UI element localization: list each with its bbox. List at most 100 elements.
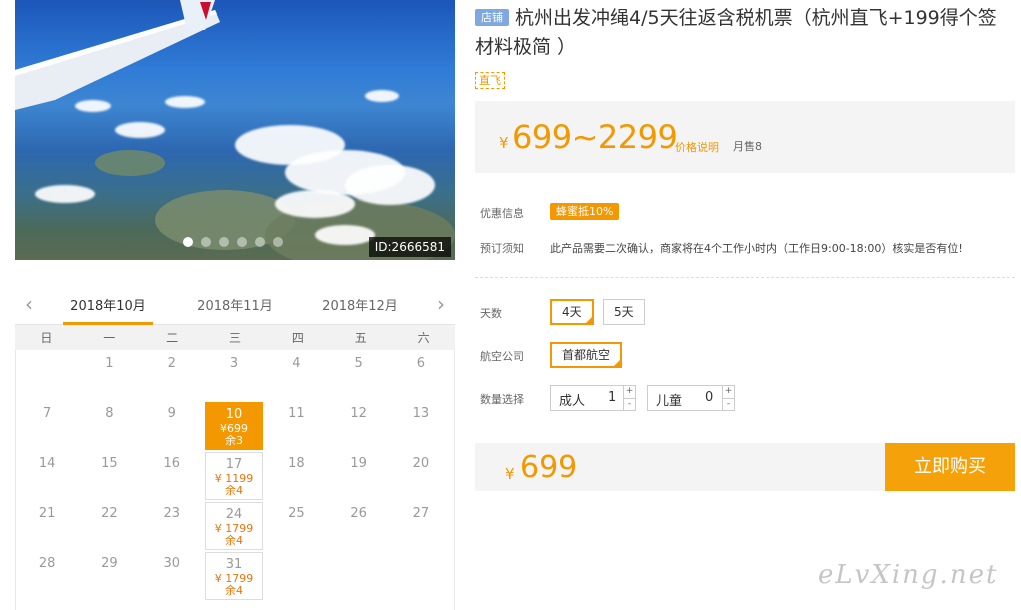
calendar-day-remaining: 余4 [225,534,244,547]
calendar-day-number: 30 [163,556,181,571]
calendar-day-number: 26 [350,506,367,521]
direct-flight-tag: 直飞 [475,72,505,89]
calendar-day[interactable]: 10 ¥699 余3 [205,402,264,450]
calendar-day: 13 [392,402,450,450]
calendar-day: 20 [392,452,450,500]
calendar-day: 23 [143,502,201,550]
calendar-day: 30 [143,552,201,600]
carousel-dot[interactable] [201,237,211,247]
shop-tag[interactable]: 店铺 [475,9,509,26]
notice-text: 此产品需要二次确认，商家将在4个工作小时内（工作日9:00-18:00）核实是否… [550,242,963,255]
adult-minus-button[interactable]: - [624,398,635,410]
calendar-day: 12 [330,402,388,450]
calendar-day: 3 [205,352,263,400]
photo-cloud [115,122,165,138]
photo-cloud [35,185,95,203]
calendar-day: 26 [330,502,388,550]
calendar-day: 2 [143,352,201,400]
day-option-5[interactable]: 5天 [603,299,645,325]
calendar-day-number: 8 [105,406,114,421]
promo-badge: 蜂蜜抵10% [550,203,620,220]
child-minus-button[interactable]: - [723,398,734,410]
child-label: 儿童 [656,394,683,409]
carousel-dot[interactable] [273,237,283,247]
calendar-day-number: 28 [38,556,56,571]
calendar-day[interactable]: 17 ¥ 1199 余4 [205,452,264,500]
calendar-day-number: 3 [229,356,239,371]
calendar-day: 28 [18,552,76,600]
photo-cloud [365,90,399,102]
calendar-day-number: 10 [225,407,243,422]
day-option-4[interactable]: 4天 [550,299,594,325]
carousel-dot[interactable] [237,237,247,247]
calendar-day: 27 [392,502,450,550]
total-currency-symbol: ¥ [505,465,515,483]
child-count[interactable]: 0 [705,390,713,405]
calendar-day-number: 7 [43,406,52,421]
calendar-day: 14 [18,452,76,500]
carousel-dot[interactable] [183,237,193,247]
watermark: eLvXing.net [818,560,999,590]
calendar-day: 16 [143,452,201,500]
adult-plus-button[interactable]: + [624,386,635,398]
carousel-dots [183,237,283,247]
calendar-day-number: 18 [288,456,305,471]
calendar-day-number: 1 [105,356,114,371]
calendar-day: 4 [267,352,325,400]
calendar-day-number: 15 [101,456,118,471]
child-stepper: 儿童 0 + - [647,385,735,411]
promo-label: 优惠信息 [480,207,524,220]
chevron-left-icon[interactable]: ‹ [19,292,39,316]
calendar-day-remaining: 余4 [225,584,244,597]
chevron-right-icon[interactable]: › [431,292,451,316]
calendar-header: ‹ 2018年10月 2018年11月 2018年12月 › [15,286,455,325]
product-photo[interactable]: ID:2666581 [15,0,455,260]
calendar-day-number: 29 [101,556,118,571]
calendar-day: 1 [80,352,138,400]
month-tab-dec[interactable]: 2018年12月 [315,295,405,314]
calendar-day: 15 [80,452,138,500]
weekday-tue: 二 [166,331,179,345]
weekday-thu: 四 [291,331,304,345]
divider [475,277,1015,278]
price-explain-link[interactable]: 价格说明 [675,139,719,155]
calendar-day-number: 31 [225,557,243,572]
calendar-day-remaining: 余3 [225,434,244,447]
calendar-day[interactable]: 24 ¥ 1799 余4 [205,502,264,550]
calendar-day-number: 2 [167,356,176,371]
weekday-fri: 五 [354,331,367,345]
photo-island [95,150,165,176]
carousel-dot[interactable] [219,237,229,247]
adult-count[interactable]: 1 [608,390,616,405]
airline-option[interactable]: 首都航空 [550,342,623,368]
month-tab-oct[interactable]: 2018年10月 [63,295,153,325]
buy-now-button[interactable]: 立即购买 [885,443,1015,491]
weekday-sun: 日 [40,331,53,345]
calendar-day: 18 [267,452,325,500]
calendar-day-number: 11 [288,406,305,421]
calendar-day: 25 [267,502,325,550]
weekday-wed: 三 [229,331,242,345]
calendar-day-number: 25 [288,506,305,521]
weekday-header: 日 一 二 三 四 五 六 [15,324,455,350]
product-title: 杭州出发冲绳4/5天往返含税机票（杭州直飞+199得个签 材料极简 ） [475,7,997,58]
adult-label: 成人 [559,394,586,409]
calendar-day-number: 21 [38,506,56,521]
calendar-day: 22 [80,502,138,550]
total-price: 699 [520,450,578,485]
calendar-day-number: 23 [163,506,181,521]
monthly-sales: 月售8 [733,140,762,153]
carousel-dot[interactable] [255,237,265,247]
calendar-grid: 1 2 3 4 5 6 7 8 9 10 ¥699 余3 11 12 13 14 15 16 17 ¥ 1199 余4 1… [15,350,455,610]
month-tab-nov[interactable]: 2018年11月 [190,295,280,314]
calendar-day[interactable]: 31 ¥ 1799 余4 [205,552,264,600]
photo-cloud [275,190,355,218]
calendar-day-number: 14 [38,456,56,471]
calendar-day-number: 22 [101,506,118,521]
photo-id-label: ID:2666581 [368,237,451,257]
calendar-day-number: 20 [412,456,430,471]
calendar-day-number: 4 [292,356,301,371]
child-plus-button[interactable]: + [723,386,734,398]
calendar-day: 8 [80,402,138,450]
calendar-day-remaining: 余4 [225,484,244,497]
